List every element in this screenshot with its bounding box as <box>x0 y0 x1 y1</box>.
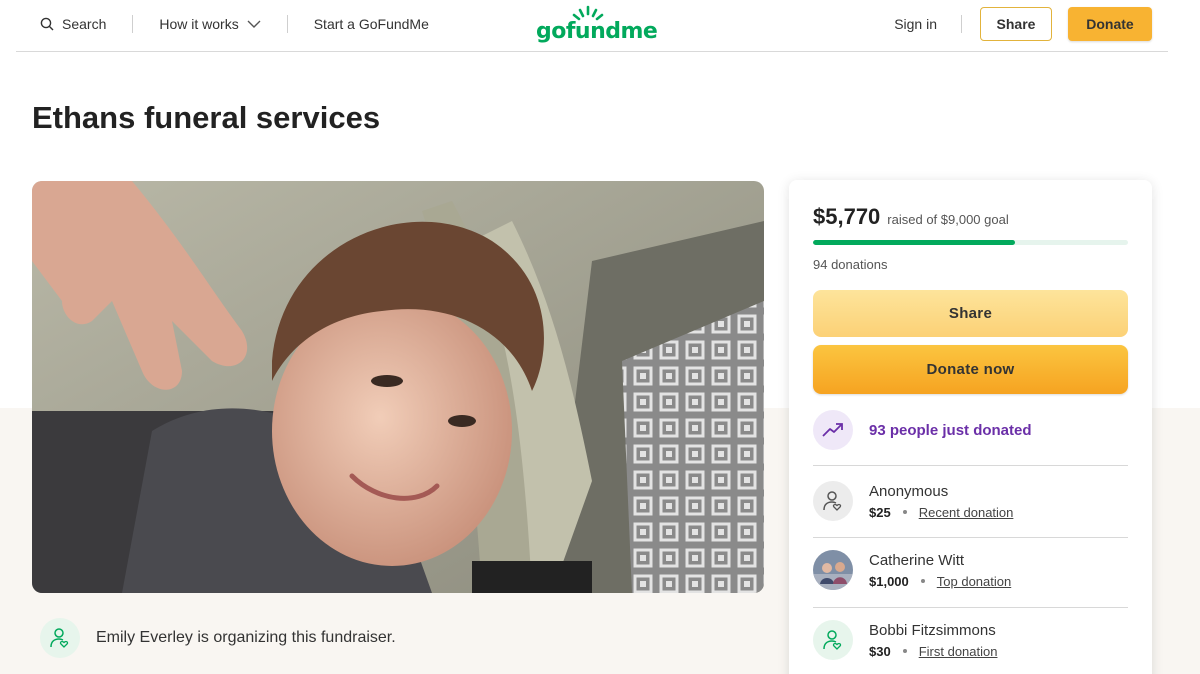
person-heart-icon <box>823 630 842 650</box>
donor-amount: $25 <box>869 504 891 520</box>
nav-left: Search How it works Start a GoFundMe <box>40 0 429 48</box>
start-gofundme-label: Start a GoFundMe <box>313 16 429 32</box>
donor-avatar-photo <box>813 550 853 590</box>
campaign-photo[interactable] <box>32 181 764 593</box>
chevron-down-icon <box>247 20 261 28</box>
donor-row: Anonymous $25 Recent donation <box>813 481 1013 521</box>
nav-right: Sign in Share Donate <box>894 7 1152 41</box>
gofundme-logo[interactable]: gofundme <box>536 4 658 44</box>
raised-amount: $5,770 <box>813 204 881 229</box>
person-heart-icon <box>823 491 842 511</box>
search-label: Search <box>62 16 107 32</box>
start-gofundme-link[interactable]: Start a GoFundMe <box>314 16 429 32</box>
how-it-works-label: How it works <box>159 16 239 32</box>
donor-meta: $1,000 Top donation <box>869 574 1011 589</box>
donor-name: Catherine Witt <box>869 551 965 569</box>
separator-dot <box>920 579 925 583</box>
sign-in-link[interactable]: Sign in <box>894 16 937 32</box>
card-divider <box>813 465 1128 466</box>
donor-amount: $30 <box>869 643 891 659</box>
separator-dot <box>902 649 907 653</box>
top-nav: Search How it works Start a GoFundMe gof… <box>16 0 1168 52</box>
donor-name: Anonymous <box>869 482 949 500</box>
organizer-avatar <box>40 618 80 658</box>
nav-divider <box>286 15 288 33</box>
donor-name: Bobbi Fitzsimmons <box>869 621 996 639</box>
donor-info: Catherine Witt $1,000 Top donation <box>869 552 1011 589</box>
donation-card: $5,770 raised of $9,000 goal 94 donation… <box>789 180 1152 674</box>
donor-info: Anonymous $25 Recent donation <box>869 483 1013 520</box>
organizer-row: Emily Everley is organizing this fundrai… <box>40 618 396 658</box>
donor-amount: $1,000 <box>869 573 909 589</box>
nav-divider <box>961 15 962 33</box>
header-share-button[interactable]: Share <box>980 7 1052 41</box>
donor-meta: $30 First donation <box>869 644 997 659</box>
recent-donations-text: 93 people just donated <box>869 421 1032 439</box>
header-donate-button[interactable]: Donate <box>1068 7 1152 41</box>
donor-avatar <box>813 481 853 521</box>
nav-divider <box>132 15 134 33</box>
goal-text: raised of $9,000 goal <box>887 212 1009 227</box>
how-it-works-dropdown[interactable]: How it works <box>159 16 261 32</box>
search-link[interactable]: Search <box>40 16 106 32</box>
donor-tag-link[interactable]: Top donation <box>937 574 1011 589</box>
donate-now-button[interactable]: Donate now <box>813 345 1128 394</box>
recent-donations-indicator[interactable]: 93 people just donated <box>813 410 1032 450</box>
card-divider <box>813 607 1128 608</box>
donor-row: Bobbi Fitzsimmons $30 First donation <box>813 620 997 660</box>
donor-info: Bobbi Fitzsimmons $30 First donation <box>869 622 997 659</box>
trending-up-icon <box>813 410 853 450</box>
donor-tag-link[interactable]: Recent donation <box>919 505 1014 520</box>
progress-fill <box>813 240 1015 245</box>
donor-row: Catherine Witt $1,000 Top donation <box>813 550 1011 590</box>
person-heart-icon <box>50 628 69 648</box>
share-button[interactable]: Share <box>813 290 1128 337</box>
logo-wordmark: gofundme <box>536 19 658 44</box>
donations-count: 94 donations <box>813 257 888 272</box>
separator-dot <box>902 510 907 514</box>
donor-tag-link[interactable]: First donation <box>919 644 998 659</box>
campaign-photo-image <box>32 181 764 593</box>
card-divider <box>813 537 1128 538</box>
campaign-title: Ethans funeral services <box>32 100 381 135</box>
donor-meta: $25 Recent donation <box>869 505 1013 520</box>
progress-bar <box>813 240 1128 245</box>
search-icon <box>40 17 54 31</box>
donor-avatar <box>813 620 853 660</box>
raised-summary: $5,770 raised of $9,000 goal <box>813 204 1009 230</box>
organizer-text: Emily Everley is organizing this fundrai… <box>96 629 396 646</box>
